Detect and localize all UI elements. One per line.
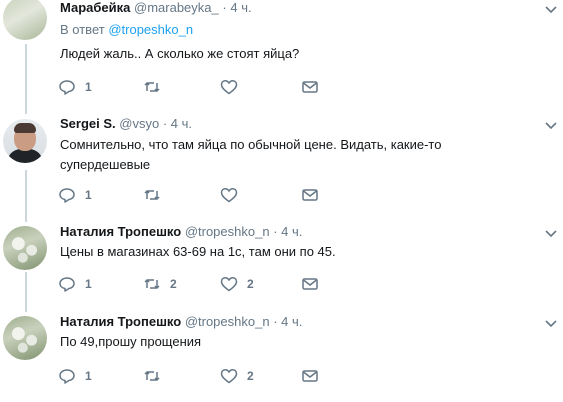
timestamp[interactable]: 4 ч. [281,224,302,239]
envelope-icon [302,278,318,290]
tweet-text: Людей жаль.. А сколько же стоят яйца? [60,46,300,61]
reply-button[interactable]: 1 [58,274,92,294]
retweet-icon [144,371,160,381]
reply-button[interactable]: 1 [58,366,92,386]
author-name[interactable]: Sergei S. [60,116,116,131]
avatar-shoulders [7,149,43,163]
separator-dot: · [273,224,278,239]
chevron-down-icon[interactable] [545,320,557,328]
reply-button[interactable]: 1 [58,77,92,97]
reply-icon [59,369,75,384]
direct-message-button[interactable] [301,77,319,97]
retweet-button[interactable]: 2 [143,274,177,294]
envelope-icon [302,370,318,382]
reply-icon [59,277,75,292]
author-handle[interactable]: @vsyo [119,116,159,131]
reply-count: 1 [85,369,92,383]
tweet[interactable]: Sergei S. @vsyo · 4 ч. Сомнительно, что … [0,112,563,210]
author-name[interactable]: Наталия Тропешко [60,314,181,329]
direct-message-button[interactable] [301,185,319,205]
tweet-text: Сомнительно, что там яйца по обычной цен… [60,137,442,172]
retweet-icon [144,190,160,200]
reply-button[interactable]: 1 [58,185,92,205]
like-count: 2 [247,277,254,291]
heart-icon [220,368,238,384]
reply-count: 1 [85,80,92,94]
timestamp[interactable]: 4 ч. [171,116,192,131]
tweet[interactable]: Наталия Тропешко @tropeshko_n · 4 ч. По … [0,310,563,402]
retweet-count: 2 [170,277,177,291]
direct-message-button[interactable] [301,274,319,294]
direct-message-button[interactable] [301,366,319,386]
heart-icon [220,187,238,203]
reply-context: В ответ @tropeshko_n [60,22,193,37]
tweet-actions: 1 2 [58,366,358,386]
reply-mention-link[interactable]: @tropeshko_n [108,22,193,37]
author-handle[interactable]: @tropeshko_n [185,314,270,329]
tweet[interactable]: Марабейка @marabeyka_ · 4 ч. В ответ @tr… [0,0,563,108]
timestamp[interactable]: 4 ч. [281,314,302,329]
retweet-button[interactable] [143,185,170,205]
avatar[interactable] [3,316,47,360]
author-handle[interactable]: @tropeshko_n [185,224,270,239]
avatar[interactable] [3,226,47,270]
author-name[interactable]: Марабейка [60,0,130,15]
heart-icon [220,276,238,292]
like-button[interactable] [220,185,247,205]
like-button[interactable] [220,77,247,97]
reply-icon [59,188,75,203]
tweet-text: Цены в магазинах 63-69 на 1с, там они по… [60,244,336,259]
tweet-header: Наталия Тропешко @tropeshko_n · 4 ч. [60,314,302,329]
tweet-header: Наталия Тропешко @tropeshko_n · 4 ч. [60,224,302,239]
reply-count: 1 [85,277,92,291]
retweet-button[interactable] [143,366,170,386]
avatar[interactable] [3,0,47,40]
tweet-actions: 1 [58,185,358,205]
author-name[interactable]: Наталия Тропешко [60,224,181,239]
tweet-actions: 1 2 2 [58,274,358,294]
chevron-down-icon[interactable] [545,230,557,238]
avatar[interactable] [3,119,47,163]
envelope-icon [302,189,318,201]
reply-icon [59,80,75,95]
like-button[interactable]: 2 [220,366,254,386]
timestamp[interactable]: 4 ч. [230,0,251,15]
retweet-icon [144,82,160,92]
separator-dot: · [222,0,227,15]
reply-count: 1 [85,188,92,202]
tweet-actions: 1 [58,77,358,97]
envelope-icon [302,81,318,93]
chevron-down-icon[interactable] [545,6,557,14]
tweet-text: По 49,прошу прощения [60,334,202,349]
separator-dot: · [273,314,278,329]
tweet[interactable]: Наталия Тропешко @tropeshko_n · 4 ч. Цен… [0,220,563,306]
retweet-icon [144,279,160,289]
like-count: 2 [247,369,254,383]
avatar-hair [14,123,36,133]
heart-icon [220,79,238,95]
tweet-header: Марабейка @marabeyka_ · 4 ч. [60,0,252,15]
retweet-button[interactable] [143,77,170,97]
separator-dot: · [162,116,168,131]
chevron-down-icon[interactable] [545,122,557,130]
tweet-header: Sergei S. @vsyo · 4 ч. [60,116,192,131]
reply-prefix: В ответ [60,22,105,37]
like-button[interactable]: 2 [220,274,254,294]
author-handle[interactable]: @marabeyka_ [134,0,219,15]
